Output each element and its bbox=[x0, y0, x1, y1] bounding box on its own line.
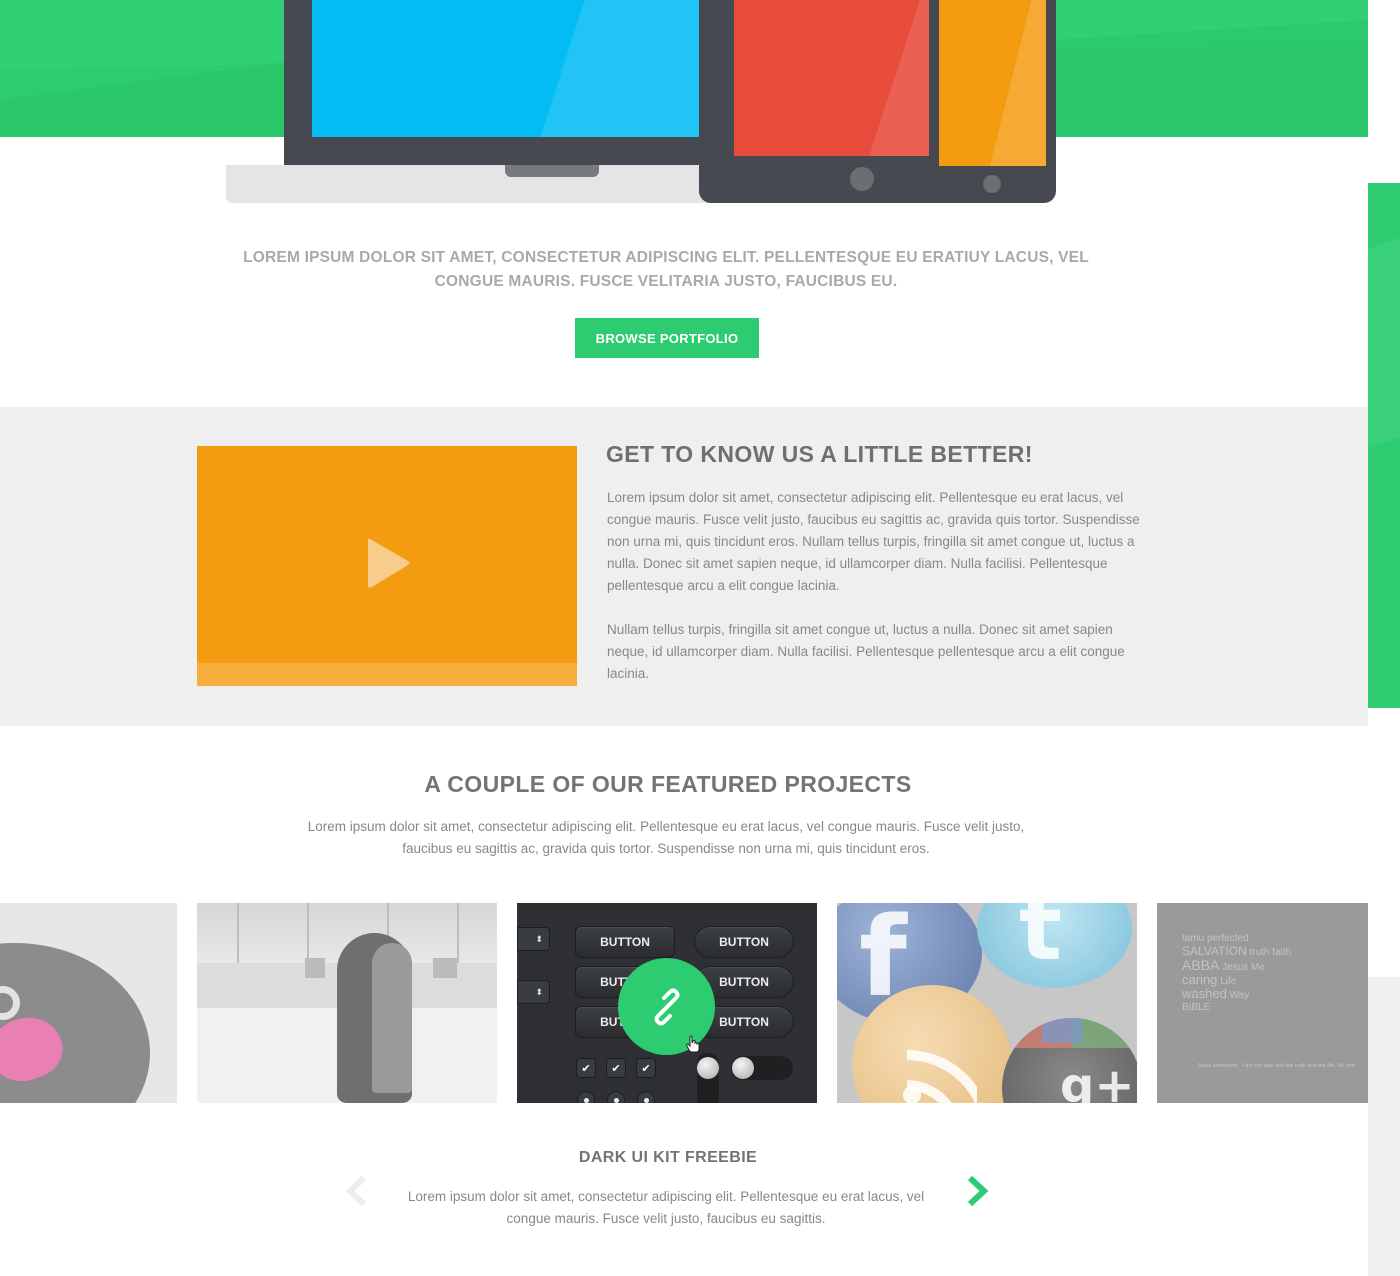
word-cloud: tamu perfected SALVATION truth faith ABB… bbox=[1182, 933, 1292, 1013]
ui-kit-checkbox: ✔ bbox=[606, 1058, 626, 1078]
twitter-orb: t bbox=[977, 903, 1132, 988]
ui-kit-radio bbox=[607, 1091, 625, 1103]
project-description: Lorem ipsum dolor sit amet, consectetur … bbox=[407, 1189, 925, 1226]
about-paragraph-1: Lorem ipsum dolor sit amet, consectetur … bbox=[607, 490, 1140, 593]
hand-cursor-icon bbox=[686, 1035, 700, 1053]
about-paragraph-2: Nullam tellus turpis, fringilla sit amet… bbox=[607, 622, 1125, 681]
featured-title: A COUPLE OF OUR FEATURED PROJECTS bbox=[424, 771, 912, 797]
link-icon bbox=[654, 988, 679, 1025]
video-control-bar[interactable] bbox=[197, 663, 577, 686]
ui-kit-checkbox: ✔ bbox=[576, 1058, 596, 1078]
about-title: GET TO KNOW US A LITTLE BETTER! bbox=[606, 441, 1033, 467]
tablet-home-button bbox=[850, 167, 874, 191]
side-gray-block bbox=[1368, 977, 1400, 1276]
device-mockups bbox=[0, 0, 1400, 210]
ui-kit-button: BUTTON bbox=[575, 926, 675, 958]
ui-kit-select: ⬍ bbox=[517, 980, 550, 1004]
project-title: DARK UI KIT FREEBIE bbox=[578, 1149, 758, 1166]
phone-home-button bbox=[983, 175, 1001, 193]
browse-portfolio-button[interactable]: BROWSE PORTFOLIO bbox=[575, 318, 759, 358]
ui-kit-radio bbox=[637, 1091, 655, 1103]
chevron-right-icon[interactable] bbox=[966, 1176, 990, 1206]
play-icon[interactable] bbox=[366, 535, 412, 591]
google-plus-icon: g+ bbox=[1060, 1058, 1135, 1103]
rss-icon bbox=[903, 1050, 977, 1103]
project-thumbnail-5[interactable]: tamu perfected SALVATION truth faith ABB… bbox=[1157, 903, 1368, 1103]
ui-kit-knob bbox=[697, 1057, 719, 1079]
ui-kit-knob bbox=[732, 1057, 754, 1079]
phone-screen bbox=[939, 0, 1046, 166]
project-thumbnail-1[interactable] bbox=[0, 903, 177, 1103]
chevron-left-icon[interactable] bbox=[344, 1176, 368, 1206]
intro-text: LOREM IPSUM DOLOR SIT AMET, CONSECTETUR … bbox=[243, 249, 1089, 290]
project-thumbnail-2[interactable] bbox=[197, 903, 497, 1103]
google-plus-orb: g+ bbox=[1002, 1018, 1137, 1103]
project-link-button[interactable] bbox=[618, 958, 715, 1055]
ui-kit-select: ⬍ bbox=[517, 927, 550, 951]
ui-kit-radio bbox=[577, 1091, 595, 1103]
laptop-base bbox=[226, 165, 726, 203]
project-thumbnail-4[interactable]: f t g+ bbox=[837, 903, 1137, 1103]
side-accent-stripe bbox=[1368, 183, 1400, 708]
ui-kit-button: BUTTON bbox=[694, 926, 794, 958]
ui-kit-checkbox: ✔ bbox=[636, 1058, 656, 1078]
featured-description: Lorem ipsum dolor sit amet, consectetur … bbox=[307, 819, 1025, 856]
laptop-notch bbox=[505, 165, 599, 177]
laptop-screen bbox=[312, 0, 699, 137]
twitter-icon: t bbox=[1019, 903, 1063, 981]
word-cloud-quote: Jesus answered, ' I am the way and the t… bbox=[1197, 1063, 1357, 1069]
tablet-screen bbox=[734, 0, 929, 156]
